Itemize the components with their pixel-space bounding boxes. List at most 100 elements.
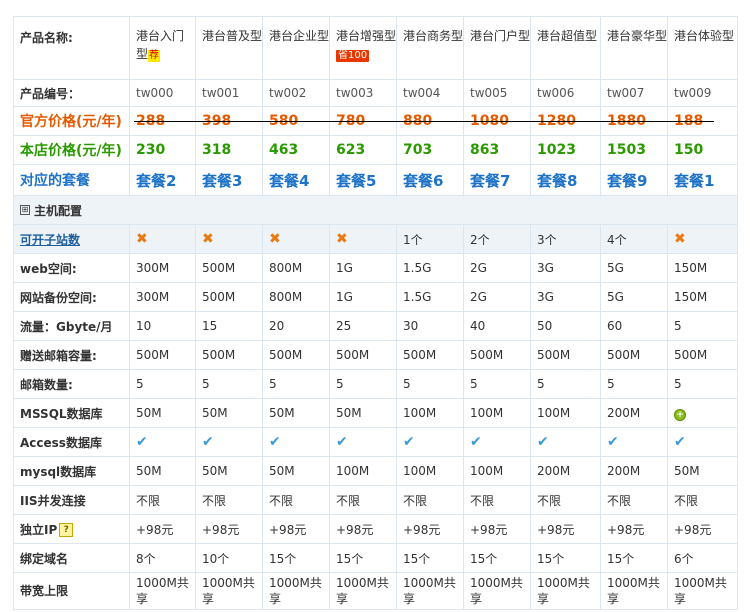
traffic-cell: 20 bbox=[262, 311, 330, 341]
store-price-cell-value: 150 bbox=[674, 142, 704, 158]
plan-link-cell[interactable]: 套餐4 bbox=[262, 164, 330, 196]
traffic-cell: 40 bbox=[463, 311, 531, 341]
product-name-cell[interactable]: 港台增强型省100 bbox=[329, 16, 397, 80]
store-price-cell-value: 623 bbox=[336, 142, 366, 158]
product-name-cell[interactable]: 港台体验型 bbox=[667, 16, 738, 80]
check-icon: ✔ bbox=[537, 434, 549, 450]
store-price-cell-value: 318 bbox=[202, 142, 232, 158]
web-space-cell-value: 3G bbox=[537, 261, 554, 275]
plan-link-cell[interactable]: 套餐6 bbox=[396, 164, 464, 196]
domains-cell: 15个 bbox=[530, 543, 601, 573]
product-code-cell: tw009 bbox=[667, 79, 738, 107]
traffic-cell-value: 50 bbox=[537, 319, 553, 333]
iis-cell-value: 不限 bbox=[674, 493, 699, 508]
row-label-text: 产品编号： bbox=[20, 86, 81, 101]
mail_count-row: 邮箱数量: 5 5 5 5 5 5 5 5 5 bbox=[13, 369, 738, 399]
mail-count-cell-value: 5 bbox=[607, 377, 615, 391]
web-space-cell-value: 1.5G bbox=[403, 261, 432, 275]
product-name-cell[interactable]: 港台超值型 bbox=[530, 16, 601, 80]
row-label-text: mysql数据库 bbox=[20, 464, 97, 479]
gift-mail-cell-value: 500M bbox=[269, 348, 303, 362]
mssql-value: 100M bbox=[403, 406, 437, 420]
host-config-section-toggle[interactable]: ⊞ 主机配置 bbox=[13, 195, 738, 225]
traffic-cell-value: 20 bbox=[269, 319, 285, 333]
access-cell: ✔ bbox=[530, 427, 601, 457]
check-icon: ✔ bbox=[269, 434, 281, 450]
store-price-cell: 703 bbox=[396, 135, 464, 165]
plan-link-cell[interactable]: 套餐5 bbox=[329, 164, 397, 196]
domains-cell: 10个 bbox=[195, 543, 263, 573]
row-label-text: 网站备份空间: bbox=[20, 290, 97, 305]
cross-icon: ✖ bbox=[674, 231, 686, 247]
row-label-backup: 网站备份空间: bbox=[13, 282, 130, 312]
mysql-cell: 100M bbox=[396, 456, 464, 486]
gift_mail-row: 赠送邮箱容量: 500M 500M 500M 500M 500M 500M 500M 500M 5… bbox=[13, 340, 738, 370]
ip-row: 独立IP? +98元 +98元 +98元 +98元 +98元 +98元 +98元 +98元 +98… bbox=[13, 514, 738, 544]
plan-link-cell-value: 套餐9 bbox=[607, 171, 648, 190]
product-name-cell[interactable]: 港台门户型 bbox=[463, 16, 531, 80]
plan-link-cell[interactable]: 套餐7 bbox=[463, 164, 531, 196]
plan-link-cell-value: 套餐7 bbox=[470, 171, 511, 190]
gift-mail-cell: 500M bbox=[329, 340, 397, 370]
plan-link-cell[interactable]: 套餐1 bbox=[667, 164, 738, 196]
bandwidth-cell-value: 1000M共享 bbox=[136, 576, 189, 606]
gift-mail-cell: 500M bbox=[667, 340, 738, 370]
iis-row: IIS并发连接 不限 不限 不限 不限 不限 不限 不限 不限 不限 bbox=[13, 485, 738, 515]
traffic-cell-value: 60 bbox=[607, 319, 623, 333]
dedicated-ip-cell: +98元 bbox=[129, 514, 196, 544]
mail-count-cell-value: 5 bbox=[202, 377, 210, 391]
product-name-cell[interactable]: 港台豪华型 bbox=[600, 16, 668, 80]
product-name-cell[interactable]: 港台企业型 bbox=[262, 16, 330, 80]
bandwidth-cell: 1000M共享 bbox=[667, 572, 738, 610]
sites-help-link[interactable]: 可开子站数 bbox=[20, 233, 80, 247]
check-icon: ✔ bbox=[202, 434, 214, 450]
row-label-sites: 可开子站数 bbox=[13, 224, 130, 254]
row-label-text: Access数据库 bbox=[20, 435, 102, 450]
product-name-cell[interactable]: 港台入门型荐 bbox=[129, 16, 196, 80]
plan-link-cell[interactable]: 套餐2 bbox=[129, 164, 196, 196]
sites-cell: 1个 bbox=[396, 224, 464, 254]
product-code-cell: tw006 bbox=[530, 79, 601, 107]
plan-link-cell-value: 套餐6 bbox=[403, 171, 444, 190]
expand-toggle-icon[interactable]: ⊞ bbox=[20, 205, 30, 215]
row-label-text: 官方价格(元/年) bbox=[20, 114, 122, 130]
mail-count-cell-value: 5 bbox=[136, 377, 144, 391]
gift-mail-cell-value: 500M bbox=[607, 348, 641, 362]
check-icon: ✔ bbox=[136, 434, 148, 450]
traffic-cell: 10 bbox=[129, 311, 196, 341]
store-price-cell: 1503 bbox=[600, 135, 668, 165]
plan-link-cell[interactable]: 套餐8 bbox=[530, 164, 601, 196]
product-code-cell-value: tw001 bbox=[202, 86, 240, 100]
product-code-cell-value: tw005 bbox=[470, 86, 508, 100]
mysql-cell-value: 200M bbox=[607, 464, 641, 478]
row-label-text: 对应的套餐 bbox=[20, 173, 90, 189]
dedicated-ip-cell: +98元 bbox=[195, 514, 263, 544]
plan-link-cell[interactable]: 套餐3 bbox=[195, 164, 263, 196]
product-name-cell[interactable]: 港台商务型 bbox=[396, 16, 464, 80]
row-label-bandwidth: 带宽上限 bbox=[13, 572, 130, 610]
bandwidth-cell-value: 1000M共享 bbox=[607, 576, 660, 606]
check-icon: ✔ bbox=[403, 434, 415, 450]
mssql-value: 50M bbox=[136, 406, 162, 420]
product-code-cell: tw007 bbox=[600, 79, 668, 107]
gift-mail-cell-value: 500M bbox=[470, 348, 504, 362]
dedicated-ip-cell: +98元 bbox=[329, 514, 397, 544]
domains-cell-value: 15个 bbox=[269, 551, 297, 566]
store-price-cell-value: 463 bbox=[269, 142, 299, 158]
iis-cell: 不限 bbox=[195, 485, 263, 515]
sites-row: 可开子站数 ✖ ✖ ✖ ✖ 1个 2个 3个 4个 ✖ bbox=[13, 224, 738, 254]
plan-link-cell[interactable]: 套餐9 bbox=[600, 164, 668, 196]
product-code-cell-value: tw002 bbox=[269, 86, 307, 100]
product-name: 港台商务型 bbox=[403, 29, 464, 43]
product-name-cell[interactable]: 港台普及型 bbox=[195, 16, 263, 80]
add-option-icon[interactable]: + bbox=[674, 408, 686, 421]
mysql-cell: 100M bbox=[463, 456, 531, 486]
iis-cell: 不限 bbox=[262, 485, 330, 515]
help-icon[interactable]: ? bbox=[59, 523, 74, 537]
mail-count-cell: 5 bbox=[329, 369, 397, 399]
mssql-cell: 100M bbox=[463, 398, 531, 428]
cross-icon: ✖ bbox=[136, 231, 148, 247]
row-label-mysql: mysql数据库 bbox=[13, 456, 130, 486]
store-price-cell: 463 bbox=[262, 135, 330, 165]
cross-icon: ✖ bbox=[269, 231, 281, 247]
